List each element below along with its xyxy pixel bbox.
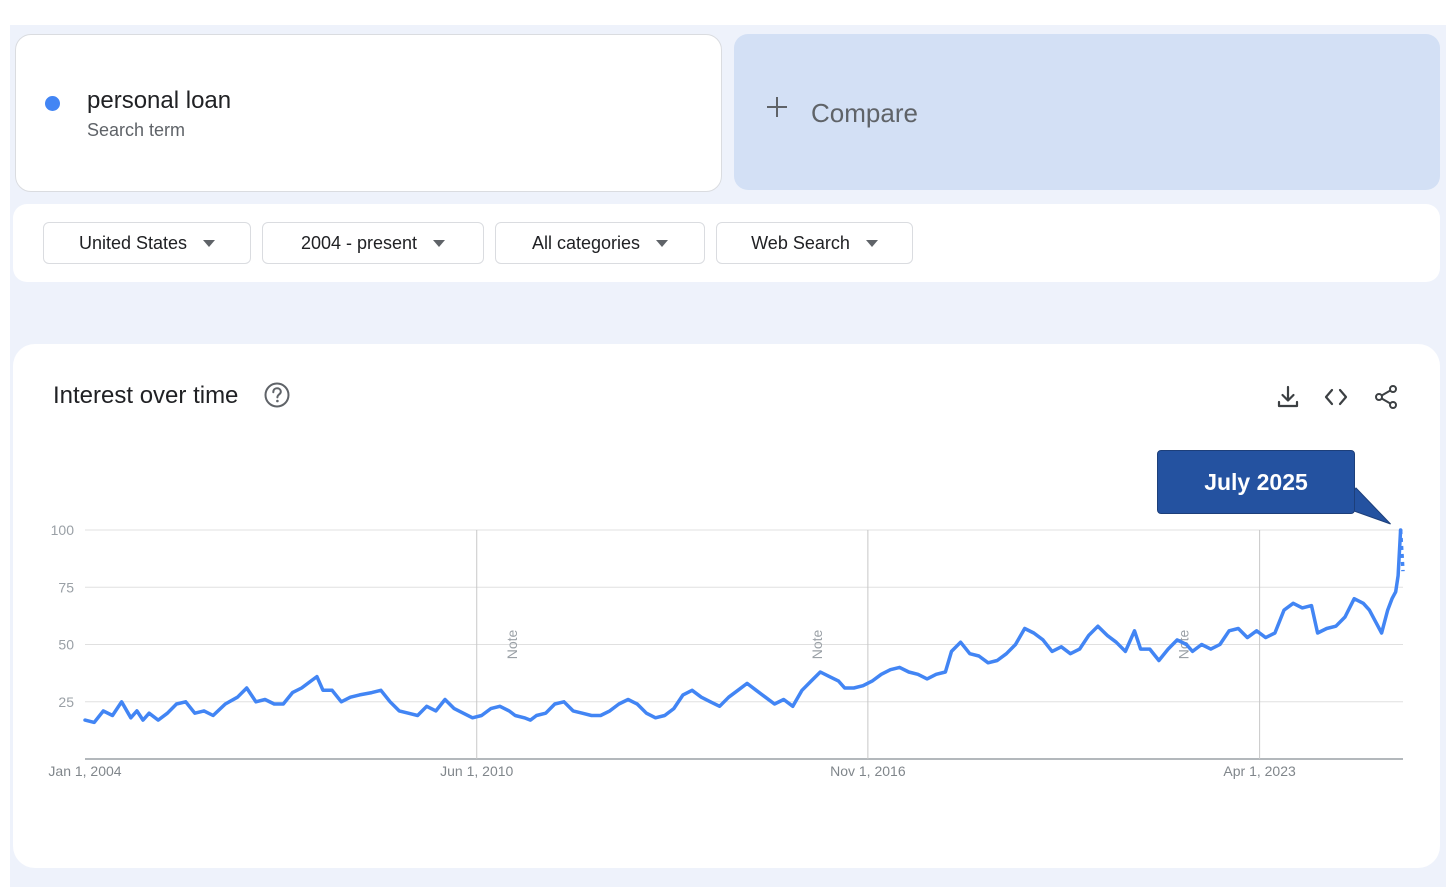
y-tick-label: 75 [58, 579, 74, 595]
note-marker[interactable]: Note [809, 630, 825, 660]
series-line[interactable] [83, 528, 1403, 725]
x-tick-label: Nov 1, 2016 [830, 763, 906, 779]
interest-chart[interactable]: 25 50 75 100 Jan 1, 2004 Jun 1, 2010 Nov 1, 20… [0, 0, 1456, 887]
y-tick-label: 25 [58, 694, 74, 710]
y-tick-label: 100 [51, 522, 75, 538]
note-marker[interactable]: Note [504, 630, 520, 660]
x-tick-label: Jun 1, 2010 [440, 763, 513, 779]
x-tick-label: Jan 1, 2004 [48, 763, 121, 779]
date-tooltip: July 2025 [1157, 450, 1355, 514]
y-tick-label: 50 [58, 637, 74, 653]
x-tick-label: Apr 1, 2023 [1223, 763, 1296, 779]
